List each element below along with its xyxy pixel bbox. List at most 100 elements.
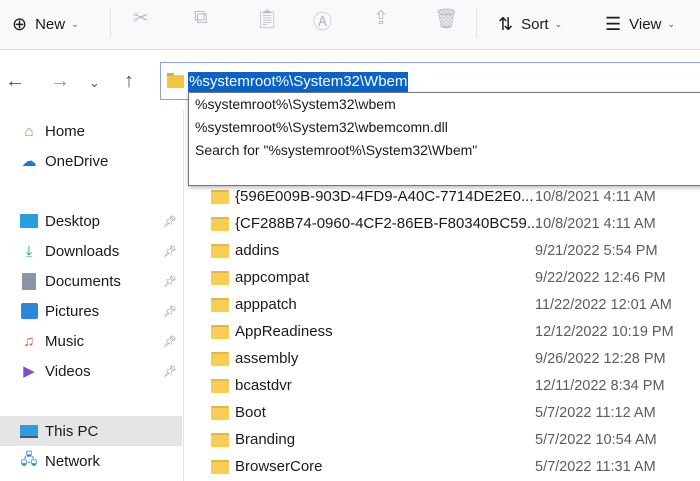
suggestion-item[interactable]: %systemroot%\System32\wbem	[189, 93, 700, 116]
network-icon: 🖧	[20, 450, 38, 468]
file-name: addins	[235, 242, 280, 259]
address-suggestions: %systemroot%\System32\wbem %systemroot%\…	[188, 92, 700, 186]
sidebar-item-videos[interactable]: ▶ Videos 📌︎	[0, 356, 182, 386]
file-name: apppatch	[235, 296, 297, 313]
suggestion-item[interactable]: Search for "%systemroot%\System32\Wbem"	[189, 139, 700, 162]
plus-circle-icon: ⊕	[12, 13, 28, 34]
sidebar-item-music[interactable]: ♫ Music 📌︎	[0, 326, 182, 356]
file-name: {596E009B-903D-4FD9-A40C-7714DE2E0...	[235, 188, 534, 205]
file-row[interactable]: Branding 5/7/2022 10:54 AM	[190, 426, 700, 453]
file-date-modified: 9/21/2022 5:54 PM	[535, 242, 658, 259]
address-input[interactable]: %systemroot%\System32\Wbem	[188, 72, 409, 92]
divider	[476, 8, 477, 38]
pictures-icon	[19, 302, 39, 320]
home-icon: ⌂	[24, 122, 34, 140]
file-row[interactable]: bcastdvr 12/11/2022 8:34 PM	[190, 372, 700, 399]
forward-button[interactable]: →	[50, 70, 70, 93]
sidebar-item-desktop[interactable]: Desktop 📌︎	[0, 206, 182, 236]
recent-locations-button[interactable]: ⌄	[89, 75, 100, 91]
sidebar-item-home[interactable]: ⌂ Home	[0, 116, 182, 146]
file-row[interactable]: addins 9/21/2022 5:54 PM	[190, 237, 700, 264]
view-label: View	[629, 15, 662, 33]
divider	[110, 8, 111, 38]
file-date-modified: 9/22/2022 12:46 PM	[535, 269, 666, 286]
share-icon[interactable]: ⇪	[373, 7, 389, 30]
file-date-modified: 5/7/2022 11:31 AM	[535, 458, 656, 475]
file-name: Branding	[235, 431, 296, 448]
pc-icon	[19, 422, 39, 440]
up-button[interactable]: ↑	[124, 70, 134, 93]
cloud-icon: ☁	[21, 153, 37, 170]
paste-icon[interactable]: 📋︎	[255, 7, 279, 31]
sidebar-item-label: Home	[45, 122, 86, 140]
file-date-modified: 12/12/2022 10:19 PM	[535, 323, 674, 340]
pin-icon[interactable]: 📌︎	[163, 335, 177, 348]
file-name: BrowserCore	[235, 458, 323, 475]
sidebar-item-label: Downloads	[45, 242, 120, 260]
sidebar-item-network[interactable]: 🖧 Network	[0, 446, 182, 476]
folder-icon	[211, 217, 229, 231]
document-icon	[19, 272, 39, 290]
pin-icon[interactable]: 📌︎	[163, 215, 177, 228]
folder-icon	[211, 271, 229, 285]
videos-icon: ▶	[23, 363, 35, 380]
folder-icon	[211, 298, 229, 312]
pin-icon[interactable]: 📌︎	[163, 365, 177, 378]
file-name: Boot	[235, 404, 266, 421]
rename-icon[interactable]: Ⓐ	[313, 7, 332, 34]
command-bar: ⊕ New ⌄ ✂ ⧉ 📋︎ Ⓐ ⇪ 🗑︎ ⇅ Sort ⌄ ☰ View ⌄	[0, 0, 700, 50]
sidebar-item-label: Desktop	[45, 212, 101, 230]
file-row[interactable]: Boot 5/7/2022 11:12 AM	[190, 399, 700, 426]
folder-icon	[211, 244, 229, 258]
file-row[interactable]: AppReadiness 12/12/2022 10:19 PM	[190, 318, 700, 345]
chevron-down-icon: ⌄	[667, 18, 675, 29]
file-row[interactable]: appcompat 9/22/2022 12:46 PM	[190, 264, 700, 291]
sidebar-item-label: Videos	[45, 362, 91, 380]
new-button[interactable]: ⊕ New ⌄	[12, 6, 79, 42]
sidebar-item-label: Music	[45, 332, 85, 350]
file-row[interactable]: BrowserCore 5/7/2022 11:31 AM	[190, 453, 700, 480]
copy-icon[interactable]: ⧉	[194, 7, 208, 29]
download-icon: ⤓	[25, 242, 33, 260]
cut-icon[interactable]: ✂	[133, 7, 149, 30]
file-date-modified: 10/8/2021 4:11 AM	[535, 188, 656, 205]
pin-icon[interactable]: 📌︎	[163, 275, 177, 288]
file-row[interactable]: {CF288B74-0960-4CF2-86EB-F80340BC59... 10…	[190, 210, 700, 237]
sidebar-item-onedrive[interactable]: ☁ OneDrive	[0, 146, 182, 176]
file-list: {596E009B-903D-4FD9-A40C-7714DE2E0... 10/…	[190, 183, 700, 480]
file-row[interactable]: {596E009B-903D-4FD9-A40C-7714DE2E0... 10/…	[190, 183, 700, 210]
sort-icon: ⇅	[498, 13, 514, 34]
file-row[interactable]: assembly 9/26/2022 12:28 PM	[190, 345, 700, 372]
back-button[interactable]: ←	[5, 70, 25, 93]
folder-icon	[211, 406, 229, 420]
file-date-modified: 12/11/2022 8:34 PM	[535, 377, 665, 394]
sidebar-item-label: Documents	[45, 272, 121, 290]
sidebar-item-documents[interactable]: Documents 📌︎	[0, 266, 182, 296]
delete-icon[interactable]: 🗑︎	[434, 7, 458, 31]
sidebar-item-label: Network	[45, 452, 101, 470]
file-date-modified: 9/26/2022 12:28 PM	[535, 350, 666, 367]
sort-button[interactable]: ⇅ Sort ⌄	[498, 6, 562, 42]
sidebar-item-label: This PC	[45, 422, 99, 440]
folder-icon	[211, 352, 229, 366]
sidebar-item-label: Pictures	[45, 302, 100, 320]
pin-icon[interactable]: 📌︎	[163, 305, 177, 318]
file-date-modified: 11/22/2022 12:01 AM	[535, 296, 672, 313]
pin-icon[interactable]: 📌︎	[163, 245, 177, 258]
file-name: AppReadiness	[235, 323, 333, 340]
suggestion-item[interactable]: %systemroot%\System32\wbemcomn.dll	[189, 116, 700, 139]
folder-icon	[211, 325, 229, 339]
music-icon: ♫	[23, 332, 35, 350]
view-button[interactable]: ☰ View ⌄	[605, 6, 675, 42]
sidebar-item-this-pc[interactable]: This PC	[0, 416, 182, 446]
file-name: {CF288B74-0960-4CF2-86EB-F80340BC59...	[235, 215, 540, 232]
file-row[interactable]: apppatch 11/22/2022 12:01 AM	[190, 291, 700, 318]
sidebar-item-downloads[interactable]: ⤓ Downloads 📌︎	[0, 236, 182, 266]
navigation-pane: ⌂ Home ☁ OneDrive Desktop 📌︎ ⤓ Downloads 📌︎ D…	[0, 110, 184, 481]
sidebar-item-pictures[interactable]: Pictures 📌︎	[0, 296, 182, 326]
folder-icon	[211, 190, 229, 204]
file-name: bcastdvr	[235, 377, 292, 394]
folder-icon	[211, 433, 229, 447]
file-name: assembly	[235, 350, 299, 367]
view-icon: ☰	[605, 13, 622, 34]
